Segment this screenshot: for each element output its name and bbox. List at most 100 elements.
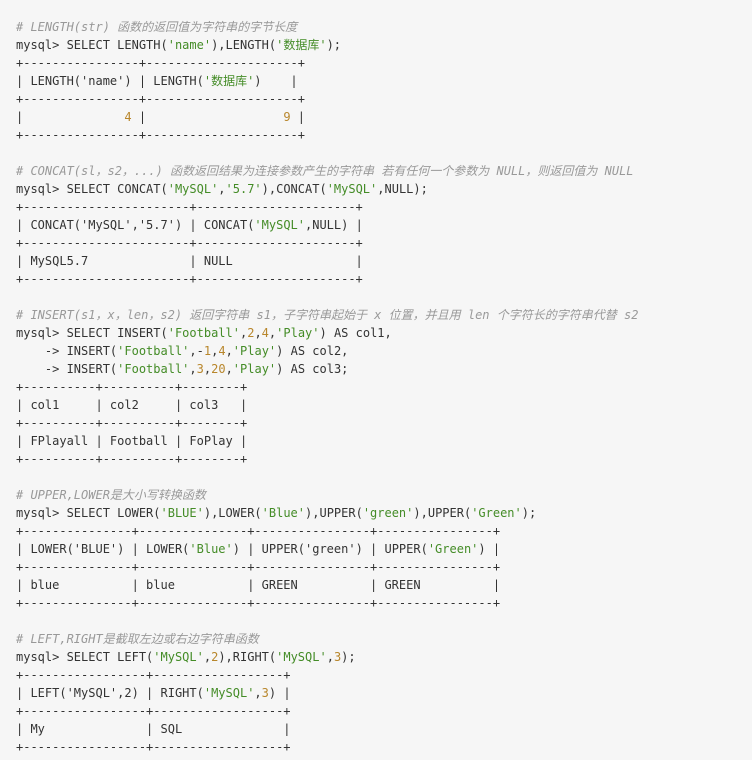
code-text: ); — [521, 506, 537, 520]
number-literal: 4 — [261, 326, 269, 340]
code-text: ),LENGTH( — [211, 38, 277, 52]
table-border: +----------+----------+--------+ — [16, 378, 736, 396]
code-text: | blue | blue | GREEN | GREEN | — [16, 578, 501, 592]
section-comment: # LEFT,RIGHT是截取左边或右边字符串函数 — [16, 630, 736, 648]
section-comment: # LENGTH(str) 函数的返回值为字符串的字节长度 — [16, 18, 736, 36]
code-text: | col1 | col2 | col3 | — [16, 398, 248, 412]
sql-statement: mysql> SELECT LENGTH('name'),LENGTH('数据库… — [16, 36, 736, 54]
string-literal: 'Football' — [117, 344, 190, 358]
code-text: +----------+----------+--------+ — [16, 380, 248, 394]
code-text: | — [16, 110, 125, 124]
section-comment: # UPPER,LOWER是大小写转换函数 — [16, 486, 736, 504]
table-border: +-----------------+------------------+ — [16, 702, 736, 720]
code-text: mysql> SELECT LEFT( — [16, 650, 154, 664]
code-text: mysql> SELECT CONCAT( — [16, 182, 168, 196]
table-row: | LOWER('BLUE') | LOWER('Blue') | UPPER(… — [16, 540, 736, 558]
code-text: , — [254, 686, 262, 700]
number-literal: 3 — [196, 362, 204, 376]
number-literal: 4 — [218, 344, 226, 358]
code-text: | MySQL5.7 | NULL | — [16, 254, 363, 268]
code-text: | CONCAT('MySQL','5.7') | CONCAT( — [16, 218, 255, 232]
number-literal: 4 — [124, 110, 132, 124]
sql-continuation: -> INSERT('Football',-1,4,'Play') AS col… — [16, 342, 736, 360]
string-literal: 'Play' — [232, 344, 277, 358]
string-literal: 'MySQL' — [276, 650, 327, 664]
table-border: +-----------------+------------------+ — [16, 738, 736, 756]
string-literal: 'Play' — [232, 362, 277, 376]
code-text: mysql> SELECT INSERT( — [16, 326, 168, 340]
code-comment: # INSERT(s1，x，len，s2) 返回字符串 s1，子字符串起始于 x… — [16, 308, 639, 322]
table-row: | 4 | 9 | — [16, 108, 736, 126]
code-text: +-----------------------+---------------… — [16, 272, 363, 286]
code-text: +----------+----------+--------+ — [16, 452, 248, 466]
table-row: | col1 | col2 | col3 | — [16, 396, 736, 414]
table-row: | CONCAT('MySQL','5.7') | CONCAT('MySQL'… — [16, 216, 736, 234]
code-text: mysql> SELECT LENGTH( — [16, 38, 168, 52]
code-text: | — [131, 110, 284, 124]
code-text: | My | SQL | — [16, 722, 291, 736]
table-border: +---------------+---------------+-------… — [16, 594, 736, 612]
number-literal: 3 — [261, 686, 269, 700]
code-text: , — [225, 362, 233, 376]
table-row: | FPlayall | Football | FoPlay | — [16, 432, 736, 450]
string-literal: 'Blue' — [261, 506, 306, 520]
code-text: +----------------+---------------------+ — [16, 128, 305, 142]
code-text: ); — [341, 650, 356, 664]
string-literal: 'Football' — [167, 326, 240, 340]
code-comment: # CONCAT(sl，s2，...) 函数返回结果为连接参数产生的字符串 若有… — [16, 164, 634, 178]
table-border: +---------------+---------------+-------… — [16, 522, 736, 540]
code-text: +-----------------+------------------+ — [16, 668, 291, 682]
code-text: -> INSERT( — [16, 344, 118, 358]
code-text: ),LOWER( — [203, 506, 262, 520]
sql-statement: mysql> SELECT CONCAT('MySQL','5.7'),CONC… — [16, 180, 736, 198]
code-text: +----------------+---------------------+ — [16, 56, 305, 70]
string-literal: 'MySQL' — [167, 182, 219, 196]
code-text: +-----------------------+---------------… — [16, 200, 363, 214]
code-text: ) | UPPER('green') | UPPER( — [232, 542, 428, 556]
string-literal: 'BLUE' — [160, 506, 204, 520]
code-text: +---------------+---------------+-------… — [16, 524, 501, 538]
string-literal: 'MySQL' — [254, 218, 305, 232]
string-literal: 'Green' — [427, 542, 479, 556]
table-border: +-----------------+------------------+ — [16, 666, 736, 684]
string-literal: 'MySQL' — [153, 650, 204, 664]
string-literal: 'MySQL' — [203, 686, 255, 700]
table-border: +----------------+---------------------+ — [16, 54, 736, 72]
table-border: +-----------------------+---------------… — [16, 198, 736, 216]
string-literal: 'Play' — [276, 326, 320, 340]
code-text: | LOWER('BLUE') | LOWER( — [16, 542, 190, 556]
table-border: +-----------------------+---------------… — [16, 270, 736, 288]
code-text: mysql> SELECT LOWER( — [16, 506, 161, 520]
code-text: , — [254, 326, 262, 340]
table-border: +----------------+---------------------+ — [16, 90, 736, 108]
code-text: ) AS col2, — [276, 344, 349, 358]
number-literal: 20 — [211, 362, 226, 376]
string-literal: '数据库' — [203, 74, 255, 88]
table-row: | LEFT('MySQL',2) | RIGHT('MySQL',3) | — [16, 684, 736, 702]
code-text: , — [203, 650, 212, 664]
code-text: +-----------------+------------------+ — [16, 740, 291, 754]
code-text: +---------------+---------------+-------… — [16, 596, 501, 610]
code-text: +-----------------------+---------------… — [16, 236, 363, 250]
code-text: ),UPPER( — [305, 506, 363, 520]
code-text: | LEFT('MySQL',2) | RIGHT( — [16, 686, 204, 700]
code-text: , — [189, 362, 197, 376]
string-literal: 'green' — [362, 506, 414, 520]
code-text: ) | — [478, 542, 501, 556]
code-text: | — [290, 110, 306, 124]
code-text: | LENGTH('name') | LENGTH( — [16, 74, 204, 88]
code-comment: # LENGTH(str) 函数的返回值为字符串的字节长度 — [16, 20, 298, 34]
string-literal: '数据库' — [276, 38, 327, 52]
code-text: +---------------+---------------+-------… — [16, 560, 501, 574]
code-text: | FPlayall | Football | FoPlay | — [16, 434, 248, 448]
number-literal: 1 — [203, 344, 212, 358]
sql-statement: mysql> SELECT LEFT('MySQL',2),RIGHT('MyS… — [16, 648, 736, 666]
code-text: +-----------------+------------------+ — [16, 704, 291, 718]
table-row: | blue | blue | GREEN | GREEN | — [16, 576, 736, 594]
section-comment: # INSERT(s1，x，len，s2) 返回字符串 s1，子字符串起始于 x… — [16, 306, 736, 324]
sql-statement: mysql> SELECT LOWER('BLUE'),LOWER('Blue'… — [16, 504, 736, 522]
code-text: ),RIGHT( — [218, 650, 277, 664]
